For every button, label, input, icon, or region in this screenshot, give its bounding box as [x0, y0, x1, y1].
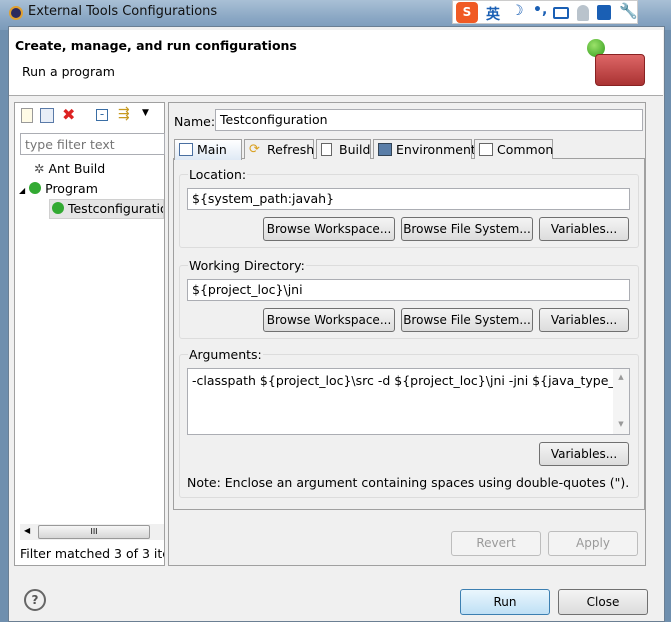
location-input[interactable]: ${system_path:javah}: [187, 188, 630, 210]
window-title: External Tools Configurations: [28, 4, 218, 19]
sogou-icon[interactable]: S: [456, 2, 478, 23]
working-directory-label: Working Directory:: [188, 258, 306, 273]
ime-toolbar[interactable]: S 英 ☽ •, 🔧: [452, 0, 638, 24]
wrench-icon[interactable]: 🔧: [619, 2, 638, 20]
build-icon: [321, 143, 332, 156]
environment-icon: [378, 143, 392, 156]
vertical-scrollbar[interactable]: ▲ ▼: [613, 369, 629, 434]
expand-arrow-icon[interactable]: ◢: [19, 186, 25, 195]
main-tab-icon: [179, 143, 193, 156]
tree-item-program[interactable]: ◢ Program: [19, 181, 98, 196]
refresh-icon: ⟳: [249, 142, 260, 157]
scroll-up-icon[interactable]: ▲: [613, 369, 629, 385]
keyboard-icon[interactable]: [553, 7, 569, 19]
workdir-browse-workspace-button[interactable]: Browse Workspace...: [263, 308, 395, 332]
location-browse-workspace-button[interactable]: Browse Workspace...: [263, 217, 395, 241]
chevron-down-icon[interactable]: ▼: [142, 108, 149, 118]
filter-input[interactable]: [20, 133, 165, 155]
collapse-all-icon[interactable]: -: [96, 108, 108, 121]
working-directory-input[interactable]: ${project_loc}\jni: [187, 279, 630, 301]
horizontal-scrollbar[interactable]: ◀ III: [20, 524, 164, 540]
revert-button[interactable]: Revert: [451, 531, 541, 556]
program-icon: [29, 182, 42, 194]
new-configuration-icon[interactable]: [21, 108, 33, 123]
scroll-down-icon[interactable]: ▼: [613, 416, 629, 432]
name-label: Name:: [174, 114, 216, 129]
punctuation-icon[interactable]: •,: [533, 2, 547, 18]
run-button[interactable]: Run: [460, 589, 550, 615]
apply-button[interactable]: Apply: [548, 531, 638, 556]
moon-icon[interactable]: ☽: [511, 3, 524, 19]
header-subtitle: Run a program: [22, 64, 115, 79]
name-input[interactable]: Testconfiguration: [215, 109, 643, 131]
arguments-label: Arguments:: [188, 347, 263, 362]
delete-icon[interactable]: ✖: [62, 105, 75, 124]
arguments-variables-button[interactable]: Variables...: [539, 442, 629, 466]
workdir-variables-button[interactable]: Variables...: [539, 308, 629, 332]
scroll-left-icon[interactable]: ◀: [24, 526, 30, 535]
location-variables-button[interactable]: Variables...: [539, 217, 629, 241]
header-title: Create, manage, and run configurations: [15, 38, 297, 53]
arguments-textarea[interactable]: -classpath ${project_loc}\src -d ${proje…: [187, 368, 630, 435]
filter-icon[interactable]: ⇶: [118, 106, 130, 122]
arguments-note: Note: Enclose an argument containing spa…: [187, 475, 630, 490]
eclipse-icon: [9, 6, 23, 20]
filter-status: Filter matched 3 of 3 items: [20, 546, 164, 561]
tree-item-ant-build[interactable]: ✲ Ant Build: [34, 161, 105, 176]
help-icon[interactable]: ?: [24, 589, 46, 611]
language-toggle[interactable]: 英: [486, 4, 500, 24]
tree-item-testconfiguration[interactable]: Testconfiguration: [49, 199, 164, 219]
user-icon[interactable]: [577, 5, 589, 21]
tab-main[interactable]: Main: [174, 139, 242, 160]
tab-common[interactable]: Common: [474, 139, 553, 159]
workdir-browse-file-system-button[interactable]: Browse File System...: [401, 308, 533, 332]
left-toolbar: ✖ - ⇶ ▼: [18, 105, 158, 127]
ant-icon: ✲: [34, 161, 45, 176]
duplicate-icon[interactable]: [40, 108, 54, 123]
location-label: Location:: [188, 167, 248, 182]
toolbox-icon: [595, 54, 645, 86]
location-browse-file-system-button[interactable]: Browse File System...: [401, 217, 533, 241]
close-button[interactable]: Close: [558, 589, 648, 615]
tab-refresh[interactable]: ⟳ Refresh: [244, 139, 314, 159]
shirt-icon[interactable]: [597, 5, 611, 20]
scroll-thumb[interactable]: III: [38, 525, 150, 539]
common-icon: [479, 143, 493, 156]
tab-environment[interactable]: Environment: [373, 139, 476, 159]
tab-build[interactable]: Build: [316, 139, 371, 159]
program-config-icon: [52, 202, 64, 214]
